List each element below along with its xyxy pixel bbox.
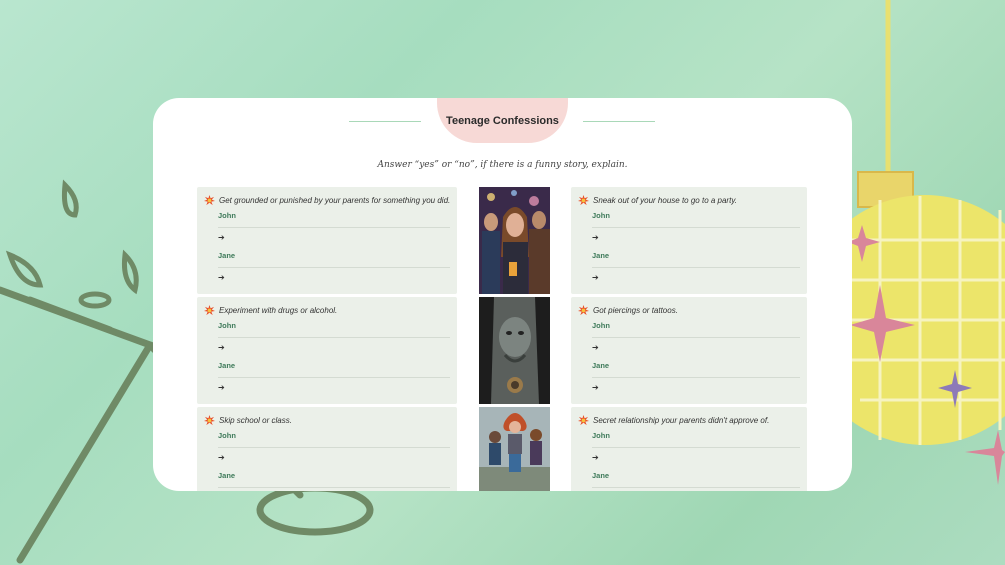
question-card: Sneak out of your house to go to a party… — [571, 187, 807, 294]
arrow-icon: ➔ — [218, 273, 225, 282]
question-text: Got piercings or tattoos. — [593, 306, 678, 315]
answer-name-john: John — [592, 321, 610, 330]
question-text: Get grounded or punished by your parents… — [219, 196, 451, 205]
divider — [218, 377, 450, 378]
running-teens-photo — [479, 407, 550, 491]
divider — [592, 377, 800, 378]
title-pill: Teenage Confessions — [437, 98, 568, 143]
divider — [218, 267, 450, 268]
question-text: Sneak out of your house to go to a party… — [593, 196, 737, 205]
arrow-icon: ➔ — [592, 273, 599, 282]
explosion-icon — [578, 305, 589, 316]
droplets-illustration — [5, 179, 139, 309]
title-line-right — [583, 121, 655, 122]
question-text: Experiment with drugs or alcohol. — [219, 306, 338, 315]
explosion-icon — [204, 195, 215, 206]
sparkle-icon — [965, 430, 1005, 485]
page-title: Teenage Confessions — [446, 114, 559, 127]
answer-name-john: John — [592, 431, 610, 440]
answer-name-jane: Jane — [218, 471, 236, 480]
question-card: Got piercings or tattoos. John ➔ Jane ➔ — [571, 297, 807, 404]
divider — [592, 337, 800, 338]
divider — [592, 227, 800, 228]
divider — [218, 487, 450, 488]
arrow-icon: ➔ — [218, 383, 225, 392]
explosion-icon — [578, 195, 589, 206]
divider — [218, 227, 450, 228]
arrow-icon: ➔ — [592, 233, 599, 242]
divider — [218, 447, 450, 448]
arrow-icon: ➔ — [218, 453, 225, 462]
answer-name-jane: Jane — [592, 471, 610, 480]
divider — [218, 337, 450, 338]
instructions-text: Answer “yes” or “no”, if there is a funn… — [377, 160, 628, 170]
party-photo — [479, 187, 550, 294]
answer-name-john: John — [218, 211, 236, 220]
explosion-icon — [204, 415, 215, 426]
tattoo-photo — [479, 297, 550, 404]
confessions-card: Teenage Confessions Answer “yes” or “no”… — [153, 98, 852, 491]
answer-name-jane: Jane — [218, 251, 236, 260]
answer-name-jane: Jane — [218, 361, 236, 370]
arrow-icon: ➔ — [592, 383, 599, 392]
explosion-icon — [578, 415, 589, 426]
arrow-icon: ➔ — [592, 343, 599, 352]
divider — [592, 267, 800, 268]
question-text: Skip school or class. — [219, 416, 292, 425]
question-card: Experiment with drugs or alcohol. John ➔… — [197, 297, 457, 404]
answer-name-jane: Jane — [592, 361, 610, 370]
answer-name-john: John — [592, 211, 610, 220]
question-card: Get grounded or punished by your parents… — [197, 187, 457, 294]
explosion-icon — [204, 305, 215, 316]
divider — [592, 487, 800, 488]
arrow-icon: ➔ — [218, 343, 225, 352]
answer-name-jane: Jane — [592, 251, 610, 260]
arrow-icon: ➔ — [218, 233, 225, 242]
question-card: Secret relationship your parents didn't … — [571, 407, 807, 491]
question-text: Secret relationship your parents didn't … — [593, 416, 770, 425]
question-card: Skip school or class. John ➔ Jane — [197, 407, 457, 491]
answer-name-john: John — [218, 431, 236, 440]
answer-name-john: John — [218, 321, 236, 330]
divider — [592, 447, 800, 448]
title-line-left — [349, 121, 421, 122]
arrow-icon: ➔ — [592, 453, 599, 462]
